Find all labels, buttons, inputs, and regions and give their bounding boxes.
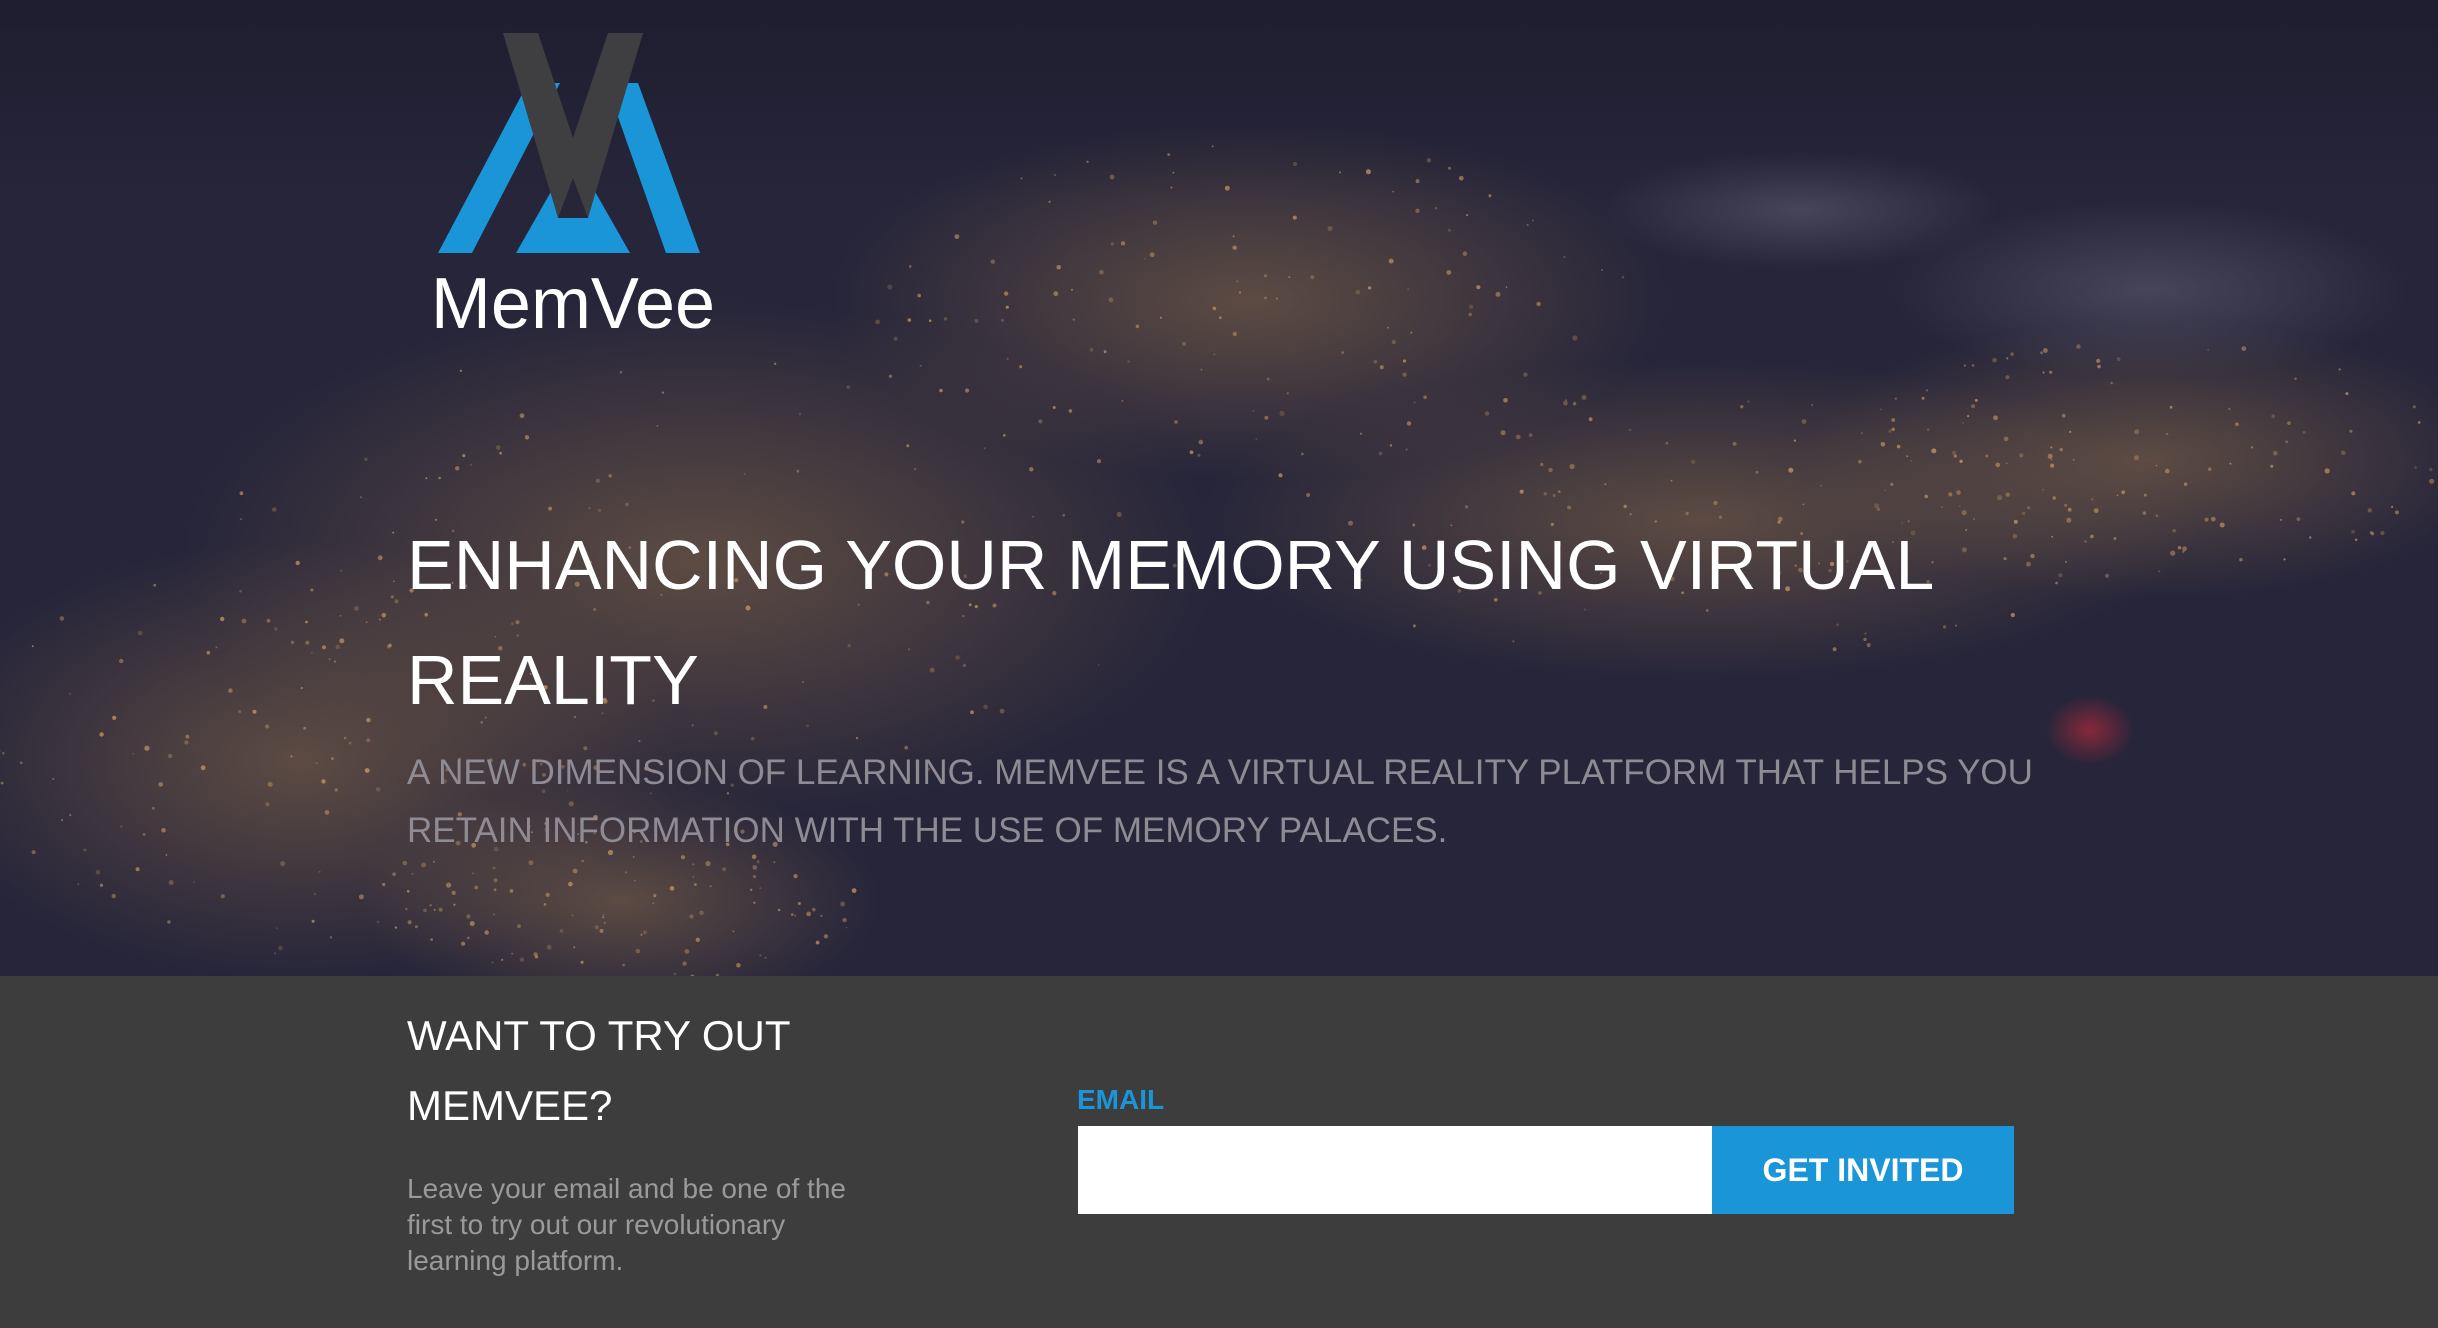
hero-headline: ENHANCING YOUR MEMORY USING VIRTUAL REAL… [407,526,1932,719]
email-label: EMAIL [1077,1084,1165,1115]
hero-section: MemVee ENHANCING YOUR MEMORY USING VIRTU… [0,0,2438,976]
memvee-logo-icon [438,33,700,253]
brand-name: MemVee [430,264,716,344]
signup-title: WANT TO TRY OUT MEMVEE? [407,1012,790,1129]
brand-logo[interactable]: MemVee [428,28,718,344]
signup-section: WANT TO TRY OUT MEMVEE? Leave your email… [0,976,2438,1328]
signup-description: Leave your email and be one of the first… [407,1173,846,1276]
hero-subline: A NEW DIMENSION OF LEARNING. MEMVEE IS A… [407,753,2033,850]
landing-page: MemVee ENHANCING YOUR MEMORY USING VIRTU… [0,0,2438,1328]
email-input[interactable] [1078,1126,1712,1214]
get-invited-button[interactable]: GET INVITED [1712,1126,2014,1214]
